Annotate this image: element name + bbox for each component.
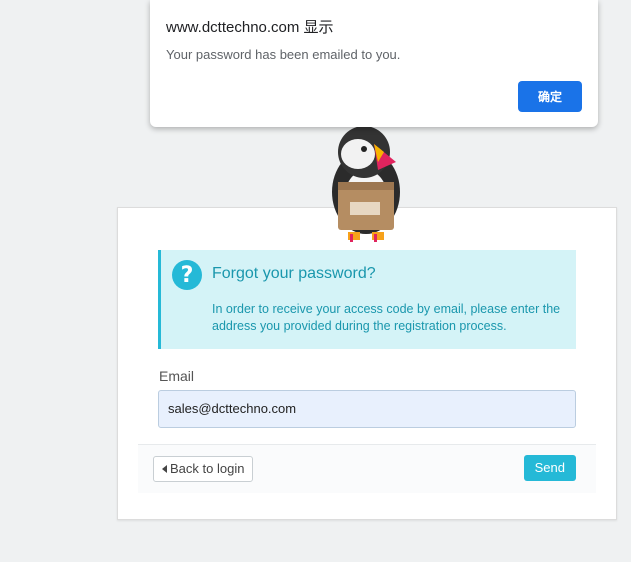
email-label: Email bbox=[159, 368, 195, 384]
alert-title: Forgot your password? bbox=[212, 265, 376, 282]
dialog-title: www.dcttechno.com 显示 bbox=[166, 19, 334, 36]
email-field[interactable]: sales@dcttechno.com bbox=[158, 390, 576, 428]
puffin-mascot-icon bbox=[332, 126, 400, 242]
back-to-login-button[interactable]: Back to login bbox=[153, 456, 254, 482]
alert-text: In order to receive your access code by … bbox=[212, 302, 561, 333]
send-button[interactable]: Send bbox=[523, 455, 576, 481]
question-circle-icon: ? bbox=[172, 260, 202, 290]
forgot-password-panel: ? Forgot your password? In order to rece… bbox=[117, 207, 617, 520]
caret-left-icon bbox=[162, 465, 167, 473]
form-footer: Back to login Send bbox=[138, 444, 596, 493]
back-to-login-label: Back to login bbox=[170, 461, 245, 476]
browser-alert-dialog: www.dcttechno.com 显示 Your password has b… bbox=[150, 0, 598, 127]
dialog-ok-button[interactable]: 确定 bbox=[518, 81, 582, 112]
dialog-message: Your password has been emailed to you. bbox=[166, 47, 401, 62]
info-alert: ? Forgot your password? In order to rece… bbox=[158, 250, 576, 349]
